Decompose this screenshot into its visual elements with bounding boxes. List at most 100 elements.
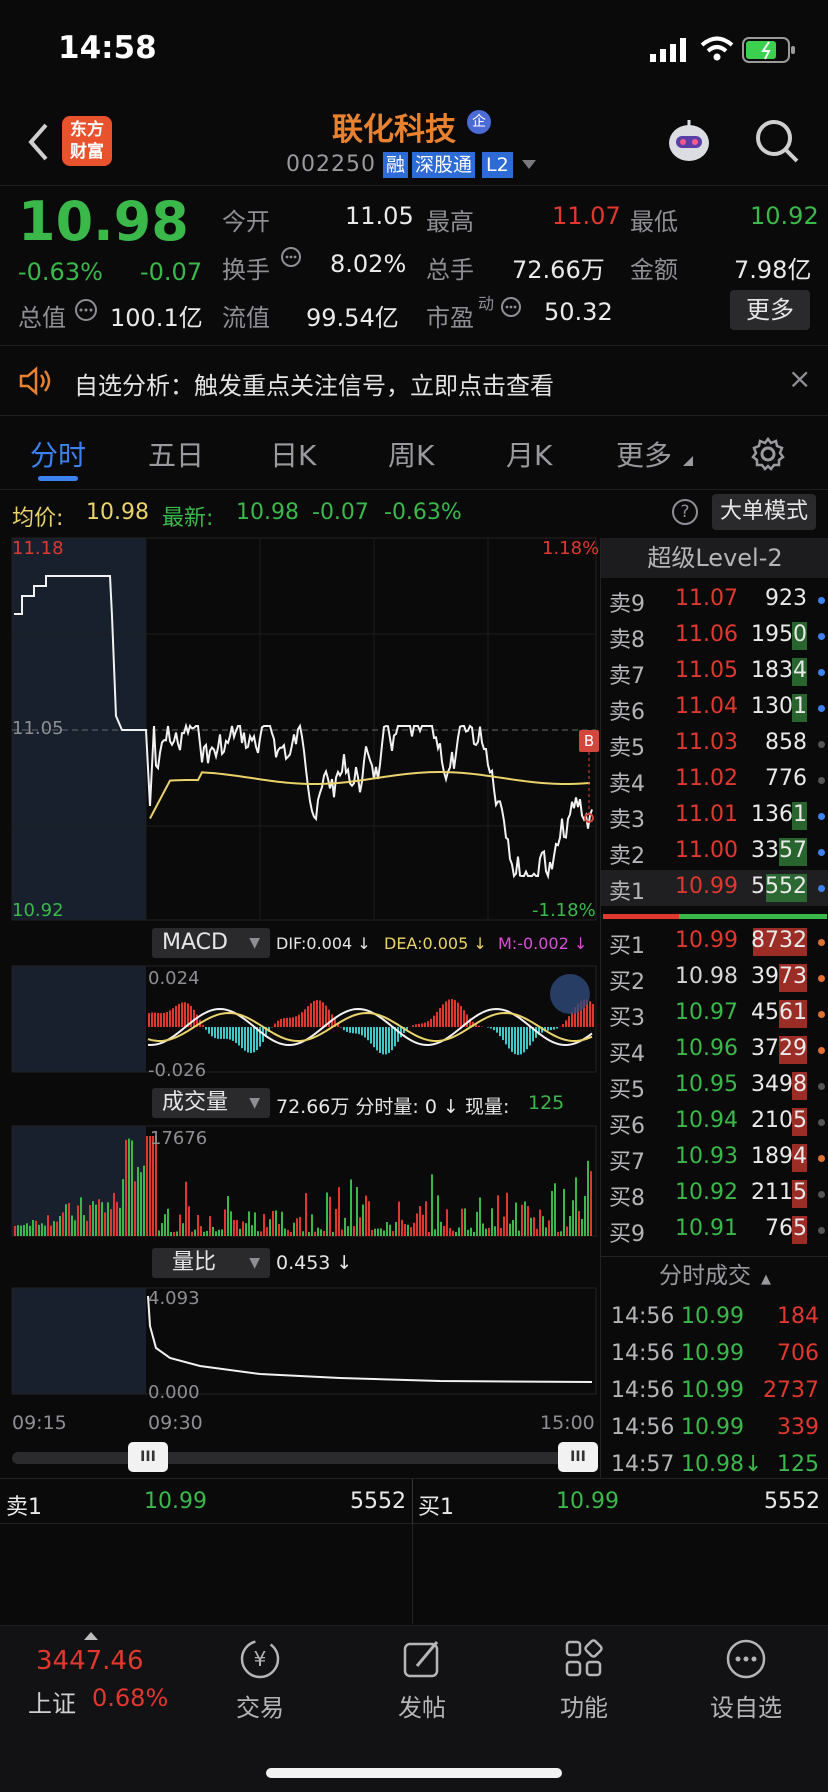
stat-value-pe: 50.32 <box>544 298 613 326</box>
macd-bar <box>151 1012 153 1027</box>
ask-row[interactable]: 卖5 11.03 858 <box>601 726 828 762</box>
trade-time: 14:57 <box>611 1452 675 1477</box>
volume-bar <box>68 1203 70 1236</box>
nav-add-watchlist[interactable]: 设自选 <box>686 1636 806 1723</box>
info-icon[interactable] <box>74 298 98 322</box>
status-dot <box>818 939 825 946</box>
volume-bar <box>173 1231 175 1236</box>
volume-bar <box>470 1227 472 1236</box>
intraday-chart-area[interactable]: 11.18 1.18% 11.05 10.92 -1.18% B MACD ▼ D… <box>0 536 600 1494</box>
intraday-chart-svg[interactable] <box>0 536 600 1494</box>
app-logo[interactable]: 东方 财富 <box>62 116 112 166</box>
stat-value-turnover: 8.02% <box>330 250 407 278</box>
help-icon[interactable]: ? <box>672 499 698 525</box>
ratio-bottom-label: 0.000 <box>148 1382 200 1403</box>
bid-row[interactable]: 买6 10.94 2105 <box>601 1104 828 1140</box>
bid-row[interactable]: 买2 10.98 3973 <box>601 960 828 996</box>
notice-bar[interactable]: 自选分析：触发重点关注信号，立即点击查看 × <box>0 346 828 416</box>
ask-row[interactable]: 卖8 11.06 1950 <box>601 618 828 654</box>
back-icon[interactable] <box>26 122 50 162</box>
tab-daily-k[interactable]: 日K <box>270 434 316 474</box>
bid-row[interactable]: 买9 10.91 765 <box>601 1212 828 1248</box>
info-icon[interactable] <box>280 246 302 268</box>
bid-row[interactable]: 买3 10.97 4561 <box>601 996 828 1032</box>
macd-bar <box>436 1011 438 1027</box>
stat-sup-pe: 动 <box>478 294 495 313</box>
ask-row[interactable]: 卖4 11.02 776 <box>601 762 828 798</box>
bid-price: 10.91 <box>675 1216 738 1241</box>
chevron-up-icon[interactable] <box>84 1632 98 1640</box>
ask-price: 11.00 <box>675 838 738 863</box>
search-icon[interactable] <box>754 118 800 164</box>
range-track[interactable] <box>12 1452 596 1464</box>
macd-bar <box>238 1027 240 1046</box>
volume-bar <box>368 1201 370 1236</box>
ratio-top-label: 4.093 <box>148 1288 200 1309</box>
volume-bar <box>584 1195 586 1236</box>
volume-bar <box>359 1217 361 1236</box>
trades-title[interactable]: 分时成交 ▲ <box>601 1256 828 1294</box>
bid-row[interactable]: 买7 10.93 1894 <box>601 1140 828 1176</box>
more-button[interactable]: 更多 <box>730 290 810 330</box>
range-handle-left[interactable]: III <box>128 1442 168 1472</box>
ask-row[interactable]: 卖7 11.05 1834 <box>601 654 828 690</box>
volume-bar <box>29 1225 31 1236</box>
bid-row[interactable]: 买1 10.99 8732 <box>601 924 828 960</box>
bid-row[interactable]: 买8 10.92 2115 <box>601 1176 828 1212</box>
volume-bar <box>14 1226 16 1236</box>
macd-bar <box>457 1002 459 1027</box>
status-dot <box>818 741 825 748</box>
nav-functions[interactable]: 功能 <box>524 1636 644 1723</box>
macd-bar <box>418 1023 420 1027</box>
trade-volume: 184 <box>777 1304 819 1329</box>
settings-icon[interactable] <box>750 436 786 472</box>
close-icon[interactable]: × <box>788 362 811 395</box>
macd-bar <box>295 1016 297 1027</box>
ask-row[interactable]: 卖6 11.04 1301 <box>601 690 828 726</box>
macd-bar <box>319 1000 321 1027</box>
bid-label: 买5 <box>609 1078 645 1103</box>
macd-bar <box>445 1001 447 1027</box>
ask-row[interactable]: 卖2 11.00 3357 <box>601 834 828 870</box>
bid-volume: 3729 <box>751 1036 807 1061</box>
macd-selector[interactable]: MACD ▼ <box>152 928 270 958</box>
volume-bar <box>551 1190 553 1236</box>
tab-intraday[interactable]: 分时 <box>30 434 86 474</box>
ask-row[interactable]: 卖3 11.01 1361 <box>601 798 828 834</box>
index-value[interactable]: 3447.46 <box>36 1646 144 1676</box>
volume-bar <box>179 1214 181 1236</box>
tab-monthly-k[interactable]: 月K <box>506 434 552 474</box>
volume-selector[interactable]: 成交量 ▼ <box>152 1088 270 1118</box>
bid-volume: 3498 <box>751 1072 807 1097</box>
macd-bar <box>274 1023 276 1027</box>
volume-bar <box>356 1187 358 1236</box>
volume-bar <box>575 1177 577 1236</box>
bid-row[interactable]: 买4 10.96 3729 <box>601 1032 828 1068</box>
volume-bar <box>110 1209 112 1236</box>
dropdown-icon[interactable] <box>522 160 536 170</box>
robot-assistant-icon[interactable] <box>664 116 714 166</box>
tab-weekly-k[interactable]: 周K <box>388 434 434 474</box>
range-handle-right[interactable]: III <box>558 1442 598 1472</box>
big-order-mode-button[interactable]: 大单模式 <box>712 494 816 530</box>
tab-5day[interactable]: 五日 <box>148 434 204 474</box>
volume-bar <box>239 1228 241 1236</box>
bid-price: 10.94 <box>675 1108 738 1133</box>
volume-bar <box>146 1136 148 1236</box>
tab-more[interactable]: 更多 <box>616 434 672 474</box>
bid-row[interactable]: 买5 10.95 3498 <box>601 1068 828 1104</box>
grid-icon <box>565 1639 603 1677</box>
macd-bar <box>529 1027 531 1046</box>
ask-row[interactable]: 卖1 10.99 5552 <box>601 870 828 906</box>
nav-post[interactable]: 发帖 <box>362 1636 482 1723</box>
volume-bar <box>416 1213 418 1236</box>
more-circle-icon <box>726 1639 766 1679</box>
ratio-selector[interactable]: 量比 ▼ <box>152 1248 270 1278</box>
ask-row[interactable]: 卖9 11.07 923 <box>601 582 828 618</box>
volume-bar <box>257 1231 259 1236</box>
nav-trade[interactable]: ¥ 交易 <box>200 1636 320 1723</box>
macd-bar <box>487 1027 489 1028</box>
volume-bar <box>407 1224 409 1236</box>
info-icon[interactable] <box>500 296 522 318</box>
buy-marker[interactable]: B <box>579 730 599 752</box>
